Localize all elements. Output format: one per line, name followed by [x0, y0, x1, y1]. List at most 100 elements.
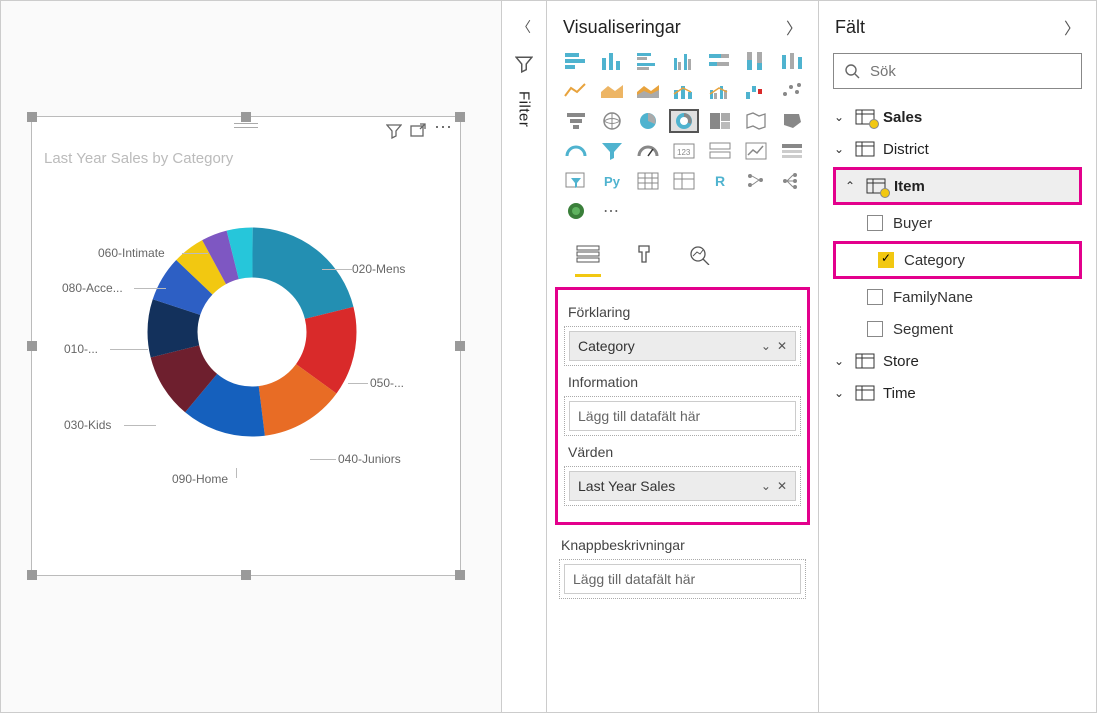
chevron-down-icon[interactable]: ⌄	[761, 479, 771, 493]
drag-handle-icon[interactable]	[234, 123, 258, 128]
chevron-right-icon[interactable]: 〉	[1064, 15, 1080, 39]
field-checkbox[interactable]	[867, 289, 883, 305]
line-clustered-column-icon[interactable]	[705, 79, 735, 103]
hundred-stacked-column-icon[interactable]	[741, 49, 771, 73]
python-visual-icon[interactable]: Py	[597, 169, 627, 193]
scatter-icon[interactable]	[777, 79, 807, 103]
kpi-icon[interactable]	[741, 139, 771, 163]
filled-map-icon[interactable]	[741, 109, 771, 133]
values-well[interactable]: Last Year Sales ⌄ ✕	[564, 466, 801, 506]
donut-chart[interactable]	[147, 227, 357, 437]
legend-field-chip[interactable]: Category ⌄ ✕	[569, 331, 796, 361]
card-icon[interactable]: 123	[669, 139, 699, 163]
stacked-column-icon[interactable]	[597, 49, 627, 73]
resize-handle[interactable]	[27, 570, 37, 580]
leader-line	[348, 383, 368, 384]
table-time[interactable]: ⌄ Time	[825, 377, 1090, 409]
field-segment[interactable]: Segment	[825, 313, 1090, 345]
remove-field-icon[interactable]: ✕	[777, 339, 787, 353]
remove-field-icon[interactable]: ✕	[777, 479, 787, 493]
more-visuals-icon[interactable]: ⋯	[597, 199, 627, 223]
leader-line	[134, 288, 166, 289]
report-canvas[interactable]: ⋯ Last Year Sales by Category	[1, 1, 501, 712]
treemap-icon[interactable]	[705, 109, 735, 133]
legend-field-name: Category	[578, 338, 635, 354]
field-familyname[interactable]: FamilyNane	[825, 281, 1090, 313]
area-chart-icon[interactable]	[597, 79, 627, 103]
leader-line	[124, 425, 156, 426]
pie-chart-icon[interactable]	[633, 109, 663, 133]
stacked-area-icon[interactable]	[633, 79, 663, 103]
funnel-chart-icon[interactable]	[561, 109, 591, 133]
field-checkbox-checked[interactable]	[878, 252, 894, 268]
arcgis-map-icon[interactable]	[561, 199, 591, 223]
waterfall-icon[interactable]	[741, 79, 771, 103]
tooltips-well[interactable]: Lägg till datafält här	[559, 559, 806, 599]
leader-line	[236, 468, 237, 478]
clustered-bar-icon[interactable]	[633, 49, 663, 73]
slicer-icon[interactable]	[777, 139, 807, 163]
values-field-chip[interactable]: Last Year Sales ⌄ ✕	[569, 471, 796, 501]
donut-chart-visual[interactable]: ⋯ Last Year Sales by Category	[31, 116, 461, 576]
field-buyer[interactable]: Buyer	[825, 207, 1090, 239]
hundred-stacked-bar-icon[interactable]	[705, 49, 735, 73]
table-sales[interactable]: ⌄ Sales	[825, 101, 1090, 133]
chart-title: Last Year Sales by Category	[32, 145, 460, 172]
resize-handle[interactable]	[241, 570, 251, 580]
info-well[interactable]: Lägg till datafält här	[564, 396, 801, 436]
format-tab[interactable]	[631, 243, 657, 277]
table-filter-icon[interactable]	[561, 169, 591, 193]
gauge-icon[interactable]	[561, 139, 591, 163]
ribbon-chart-icon[interactable]	[777, 49, 807, 73]
line-chart-icon[interactable]	[561, 79, 591, 103]
chevron-right-icon[interactable]: 〉	[786, 15, 802, 39]
table-icon[interactable]	[633, 169, 663, 193]
field-wells-highlight: Förklaring Category ⌄ ✕ Information Lägg…	[555, 287, 810, 525]
key-influencers-icon[interactable]	[741, 169, 771, 193]
chevron-down-icon[interactable]: ⌄	[761, 339, 771, 353]
fields-header: Fält 〉	[819, 1, 1096, 49]
table-store[interactable]: ⌄ Store	[825, 345, 1090, 377]
clustered-column-icon[interactable]	[669, 49, 699, 73]
table-item[interactable]: ⌃ Item	[836, 170, 1079, 202]
decomposition-tree-icon[interactable]	[777, 169, 807, 193]
more-options-icon[interactable]: ⋯	[434, 117, 454, 138]
donut-chart-icon[interactable]	[669, 109, 699, 133]
gauge-radial-icon[interactable]	[633, 139, 663, 163]
r-visual-icon[interactable]: R	[705, 169, 735, 193]
chevron-down-icon: ⌄	[831, 386, 847, 400]
multirow-card-icon[interactable]	[705, 139, 735, 163]
legend-well[interactable]: Category ⌄ ✕	[564, 326, 801, 366]
field-checkbox[interactable]	[867, 215, 883, 231]
table-icon	[855, 141, 875, 157]
map-icon[interactable]	[597, 109, 627, 133]
stacked-bar-icon[interactable]	[561, 49, 591, 73]
leader-line	[182, 253, 208, 254]
table-district[interactable]: ⌄ District	[825, 133, 1090, 165]
filter-icon[interactable]	[386, 123, 402, 139]
field-category[interactable]: Category	[836, 244, 1079, 276]
filters-pane-collapsed[interactable]: 〈 Filter	[501, 1, 546, 712]
donut-chart-area: 020-Mens 050-... 040-Juniors 090-Home 03…	[32, 172, 460, 562]
fields-search[interactable]	[833, 53, 1082, 89]
search-icon	[844, 63, 860, 79]
filter-icon	[515, 55, 533, 73]
focus-mode-icon[interactable]	[410, 123, 426, 139]
chevron-down-icon: ⌄	[831, 354, 847, 368]
visual-header: ⋯	[32, 117, 460, 145]
info-well-label: Information	[568, 374, 797, 390]
analytics-tab[interactable]	[687, 243, 713, 277]
table-label: Sales	[883, 109, 922, 126]
resize-handle[interactable]	[455, 570, 465, 580]
field-checkbox[interactable]	[867, 321, 883, 337]
fields-search-input[interactable]	[868, 62, 1071, 81]
fields-tab[interactable]	[575, 243, 601, 277]
shape-map-icon[interactable]	[777, 109, 807, 133]
visualizations-pane: Visualiseringar 〉	[546, 1, 818, 712]
funnel-icon[interactable]	[597, 139, 627, 163]
table-label: Store	[883, 353, 919, 370]
chevron-left-icon[interactable]: 〈	[517, 17, 531, 37]
line-stacked-column-icon[interactable]	[669, 79, 699, 103]
matrix-icon[interactable]	[669, 169, 699, 193]
table-item-highlight: ⌃ Item	[833, 167, 1082, 205]
